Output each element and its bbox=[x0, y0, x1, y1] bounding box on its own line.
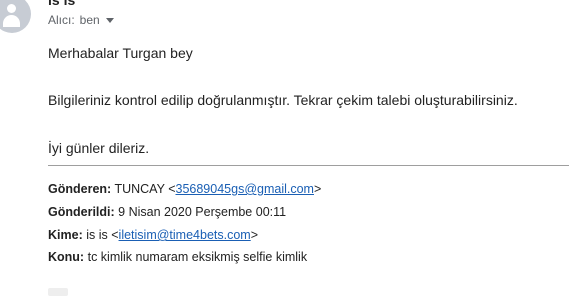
forwarded-from-row: Gönderen: TUNCAY <35689045gs@gmail.com> bbox=[48, 182, 321, 196]
recipient-label: Alıcı: bbox=[48, 13, 75, 27]
to-name: is is bbox=[86, 228, 108, 242]
from-name: TUNCAY bbox=[114, 182, 165, 196]
to-email-open-bracket: < bbox=[111, 228, 119, 242]
avatar-head-shape bbox=[7, 4, 16, 13]
to-label: Kime: bbox=[48, 228, 83, 242]
from-email-open-bracket: < bbox=[168, 182, 176, 196]
from-label: Gönderen: bbox=[48, 182, 112, 196]
to-email-close-bracket: > bbox=[250, 228, 259, 242]
message-body: Bilgileriniz kontrol edilip doğrulanmışt… bbox=[48, 92, 518, 108]
sender-name: is is bbox=[48, 0, 76, 8]
forwarded-sent-row: Gönderildi: 9 Nisan 2020 Perşembe 00:11 bbox=[48, 205, 286, 219]
forwarded-subject-row: Konu: tc kimlik numaram eksikmiş selfie … bbox=[48, 250, 307, 264]
sent-label: Gönderildi: bbox=[48, 205, 115, 219]
chevron-down-icon[interactable] bbox=[105, 18, 114, 23]
avatar-body-shape bbox=[3, 15, 20, 27]
recipient-details-toggle[interactable]: Alıcı: ben bbox=[48, 13, 114, 27]
forwarded-to-row: Kime: is is <iletisim@time4bets.com> bbox=[48, 228, 258, 242]
message-greeting: Merhabalar Turgan bey bbox=[48, 45, 193, 61]
from-email-link[interactable]: 35689045gs@gmail.com bbox=[176, 182, 314, 196]
subject-label: Konu: bbox=[48, 250, 85, 264]
avatar bbox=[0, 0, 31, 33]
to-email-link[interactable]: iletisim@time4bets.com bbox=[119, 228, 251, 242]
recipient-value: ben bbox=[79, 13, 100, 27]
attachment-stub bbox=[48, 288, 68, 296]
subject-value: tc kimlik numaram eksikmiş selfie kimlik bbox=[87, 250, 308, 264]
forward-divider bbox=[48, 165, 569, 166]
from-email-close-bracket: > bbox=[313, 182, 322, 196]
sent-value: 9 Nisan 2020 Perşembe 00:11 bbox=[118, 205, 287, 219]
message-closing: İyi günler dileriz. bbox=[48, 140, 150, 156]
